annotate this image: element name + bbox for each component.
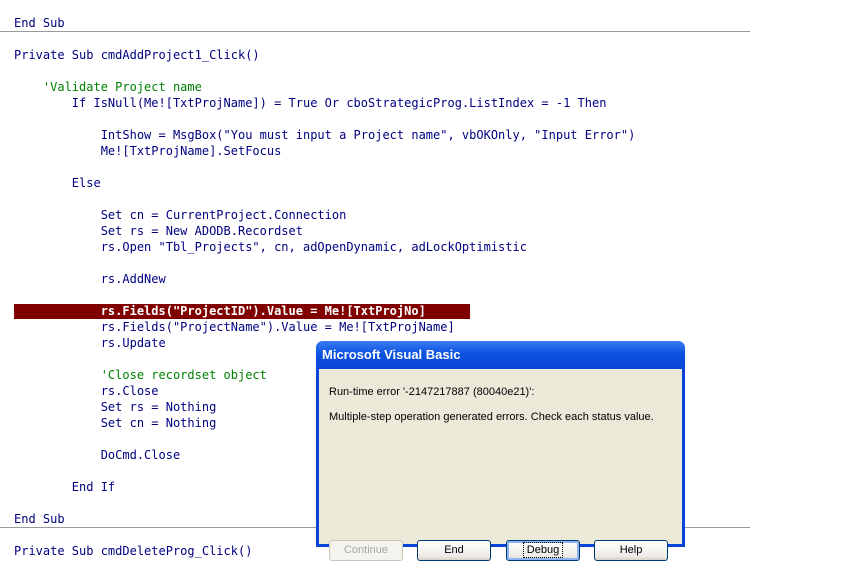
dialog-body: Run-time error '-2147217887 (80040e21)':… — [319, 369, 682, 561]
code-line[interactable]: End If — [14, 479, 115, 495]
dialog-titlebar[interactable]: Microsoft Visual Basic — [316, 341, 685, 369]
debug-button[interactable]: Debug — [506, 540, 580, 561]
code-line[interactable]: rs.AddNew — [14, 271, 166, 287]
code-line[interactable]: Set rs = Nothing — [14, 399, 217, 415]
code-line[interactable]: rs.Fields("ProjectName").Value = Me![Txt… — [14, 319, 455, 335]
code-comment[interactable]: 'Close recordset object — [14, 367, 267, 383]
runtime-error-dialog: Microsoft Visual Basic Run-time error '-… — [316, 341, 685, 561]
code-line[interactable]: rs.Close — [14, 383, 159, 399]
error-code-line[interactable]: rs.Fields("ProjectID").Value = Me![TxtPr… — [14, 303, 426, 319]
code-line[interactable]: Private Sub cmdDeleteProg_Click() — [14, 543, 252, 559]
code-line[interactable]: Set rs = New ADODB.Recordset — [14, 223, 303, 239]
help-button[interactable]: Help — [594, 540, 668, 561]
code-line[interactable]: Set cn = Nothing — [14, 415, 217, 431]
code-line[interactable]: Private Sub cmdAddProject1_Click() — [14, 47, 260, 63]
code-line[interactable]: Else — [14, 175, 101, 191]
dialog-title: Microsoft Visual Basic — [322, 347, 461, 362]
code-line[interactable]: Me![TxtProjName].SetFocus — [14, 143, 282, 159]
code-line[interactable]: DoCmd.Close — [14, 447, 180, 463]
code-line[interactable]: If IsNull(Me![TxtProjName]) = True Or cb… — [14, 95, 607, 111]
code-line[interactable]: Set cn = CurrentProject.Connection — [14, 207, 347, 223]
code-line[interactable]: rs.Update — [14, 335, 166, 351]
code-line[interactable]: End Sub — [14, 15, 65, 31]
code-line[interactable]: rs.Open "Tbl_Projects", cn, adOpenDynami… — [14, 239, 527, 255]
code-line[interactable]: End Sub — [14, 511, 65, 527]
error-message-text: Multiple-step operation generated errors… — [329, 411, 654, 423]
code-comment[interactable]: 'Validate Project name — [14, 79, 202, 95]
code-line[interactable]: IntShow = MsgBox("You must input a Proje… — [14, 127, 636, 143]
continue-button[interactable]: Continue — [329, 540, 403, 561]
error-code-text: Run-time error '-2147217887 (80040e21)': — [329, 386, 535, 398]
procedure-separator — [0, 31, 750, 32]
end-button[interactable]: End — [417, 540, 491, 561]
